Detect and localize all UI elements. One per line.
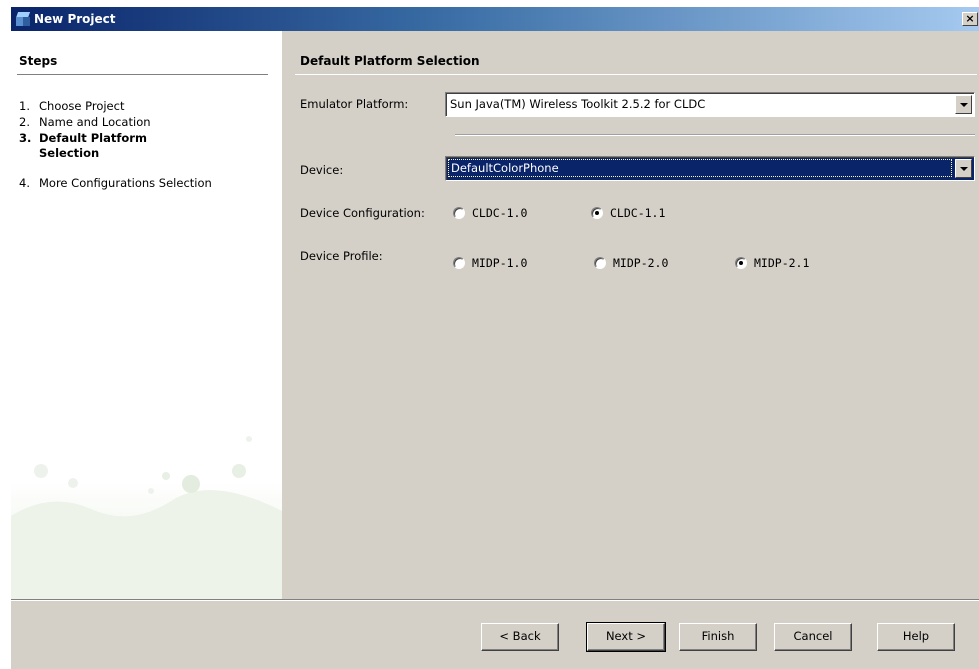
device-configuration-label: Device Configuration: (300, 206, 425, 220)
step-item-1: 1. Choose Project (19, 99, 249, 114)
step-item-4: 4. More Configurations Selection (19, 176, 249, 191)
window-title: New Project (34, 12, 116, 26)
title-divider (295, 74, 977, 75)
radio-midp-2-0[interactable]: MIDP-2.0 (594, 256, 668, 270)
close-button[interactable]: × (962, 12, 978, 26)
step-number: 4. (19, 176, 30, 190)
radio-label: CLDC-1.1 (610, 206, 666, 220)
emulator-platform-select[interactable]: Sun Java(TM) Wireless Toolkit 2.5.2 for … (445, 92, 975, 117)
netbeans-cube-icon (15, 11, 31, 27)
radio-label: MIDP-2.0 (613, 256, 669, 270)
radio-midp-1-0[interactable]: MIDP-1.0 (453, 256, 527, 270)
radio-label: MIDP-2.1 (754, 256, 810, 270)
chevron-down-icon[interactable] (955, 95, 972, 114)
new-project-dialog: New Project × Steps 1. Choose Project 2.… (10, 7, 979, 669)
radio-button-selected-icon[interactable] (735, 257, 747, 269)
radio-midp-2-1[interactable]: MIDP-2.1 (735, 256, 809, 270)
step-number: 3. (19, 131, 32, 145)
radio-cldc-1-0[interactable]: CLDC-1.0 (453, 206, 527, 220)
back-button[interactable]: < Back (481, 623, 559, 651)
device-profile-label: Device Profile: (300, 249, 383, 263)
radio-button-icon[interactable] (453, 207, 465, 219)
emulator-platform-value: Sun Java(TM) Wireless Toolkit 2.5.2 for … (450, 97, 706, 111)
emulator-platform-label: Emulator Platform: (300, 97, 409, 111)
next-button[interactable]: Next > (586, 622, 666, 652)
radio-button-selected-icon[interactable] (591, 207, 603, 219)
radio-button-icon[interactable] (594, 257, 606, 269)
step-label: Name and Location (39, 115, 151, 129)
step-number: 1. (19, 99, 30, 113)
step-label: Default Platform Selection (39, 131, 147, 160)
section-separator (455, 134, 975, 136)
device-value: DefaultColorPhone (448, 159, 952, 177)
decorative-bubbles-graphic (11, 436, 282, 599)
page-title: Default Platform Selection (300, 54, 480, 68)
device-label: Device: (300, 163, 344, 177)
cancel-button[interactable]: Cancel (774, 623, 852, 651)
radio-label: CLDC-1.0 (472, 206, 528, 220)
step-number: 2. (19, 115, 30, 129)
device-select[interactable]: DefaultColorPhone (445, 156, 975, 181)
finish-button[interactable]: Finish (679, 623, 757, 651)
step-item-3: 3. Default Platform Selection (19, 131, 149, 161)
button-bar-divider (11, 599, 979, 601)
radio-label: MIDP-1.0 (472, 256, 528, 270)
title-bar[interactable]: New Project × (11, 7, 979, 31)
step-item-2: 2. Name and Location (19, 115, 249, 130)
steps-heading: Steps (19, 54, 58, 68)
steps-divider (17, 74, 268, 75)
step-label: More Configurations Selection (39, 176, 212, 190)
steps-panel: Steps 1. Choose Project 2. Name and Loca… (11, 31, 282, 599)
radio-cldc-1-1[interactable]: CLDC-1.1 (591, 206, 665, 220)
radio-button-icon[interactable] (453, 257, 465, 269)
step-label: Choose Project (39, 99, 125, 113)
help-button[interactable]: Help (877, 623, 955, 651)
chevron-down-icon[interactable] (955, 159, 972, 178)
